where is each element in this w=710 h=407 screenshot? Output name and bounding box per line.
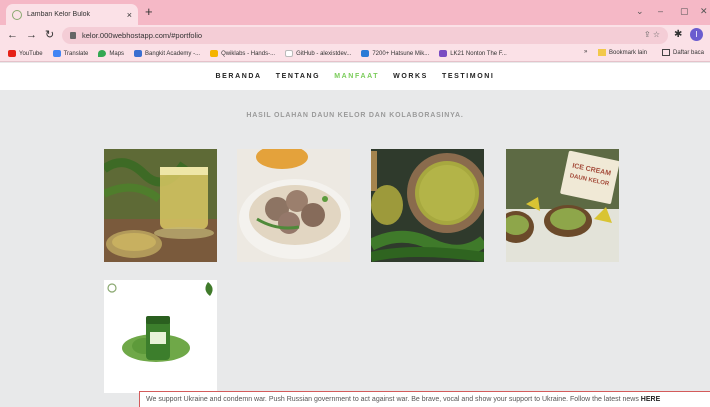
back-arrow-icon[interactable]: ←	[7, 28, 18, 42]
site-favicon-icon	[12, 9, 22, 20]
bookmark-lk21[interactable]: LK21 Nonton The F...	[439, 50, 507, 57]
bookmark-qwiklabs[interactable]: Qwiklabs - Hands-...	[210, 50, 275, 57]
bangkit-icon	[134, 50, 143, 57]
portfolio-item-moringa-powder[interactable]	[371, 149, 484, 262]
address-bar[interactable]: kelor.000webhostapp.com/#portfolio ⇪ ☆	[62, 27, 668, 44]
reading-list[interactable]: Daftar baca	[662, 49, 704, 56]
nav-beranda[interactable]: BERANDA	[216, 73, 262, 80]
nav-tentang[interactable]: TENTANG	[276, 73, 321, 80]
portfolio-item-moringa-capsules[interactable]	[104, 280, 217, 393]
bookmark-youtube[interactable]: YouTube	[8, 50, 43, 57]
site-navbar: BERANDA TENTANG MANFAAT WORKS TESTIMONI	[0, 63, 710, 90]
browser-tabstrip: Lamban Kelor Bulok × + ⌄ – ▢ ✕	[0, 0, 710, 25]
maximize-button[interactable]: ▢	[680, 6, 689, 17]
github-icon	[285, 50, 294, 57]
bookmark-translate[interactable]: Translate	[52, 50, 88, 57]
new-tab-button[interactable]: +	[145, 5, 153, 19]
reload-icon[interactable]: ↻	[45, 28, 54, 42]
extensions-puzzle-icon[interactable]: ✱	[674, 29, 682, 40]
nav-works[interactable]: WORKS	[393, 73, 428, 80]
youtube-icon	[8, 50, 16, 57]
reading-list-icon	[662, 49, 670, 56]
section-heading: HASIL OLAHAN DAUN KELOR DAN KOLABORASINY…	[246, 112, 464, 119]
tab-title: Lamban Kelor Bulok	[27, 11, 91, 18]
forward-arrow-icon[interactable]: →	[26, 28, 37, 42]
tab-search-icon[interactable]: ⌄	[636, 6, 644, 17]
folder-icon	[598, 49, 606, 56]
tab-close-icon[interactable]: ×	[127, 10, 132, 20]
url-text: kelor.000webhostapp.com/#portfolio	[82, 31, 203, 40]
maps-pin-icon	[98, 50, 107, 57]
portfolio-item-meatball-soup[interactable]	[237, 149, 350, 262]
bookmark-hatsune[interactable]: 7200+ Hatsune Mik...	[361, 50, 429, 57]
portfolio-item-moringa-ice-cream[interactable]: ICE CREAM DAUN KELOR	[506, 149, 619, 262]
hatsune-icon	[361, 50, 370, 57]
nav-testimoni[interactable]: TESTIMONI	[442, 73, 495, 80]
minimize-button[interactable]: –	[658, 6, 663, 16]
close-window-button[interactable]: ✕	[700, 6, 708, 17]
bookmark-bangkit[interactable]: Bangkit Academy -...	[134, 50, 200, 57]
portfolio-item-moringa-tea[interactable]	[104, 149, 217, 262]
bookmark-folder[interactable]: Bookmark lain	[598, 49, 647, 56]
bookmarks-overflow-chevron[interactable]: »	[584, 49, 587, 55]
bookmarks-bar: YouTube Translate Maps Bangkit Academy -…	[0, 46, 710, 62]
ukraine-banner-text: We support Ukraine and condemn war. Push…	[146, 396, 641, 403]
browser-tab[interactable]: Lamban Kelor Bulok ×	[6, 4, 138, 25]
lk21-icon	[439, 50, 448, 57]
browser-toolbar: ← → ↻ kelor.000webhostapp.com/#portfolio…	[0, 25, 710, 46]
lock-icon	[70, 32, 76, 39]
profile-avatar[interactable]: I	[690, 28, 703, 41]
nav-manfaat[interactable]: MANFAAT	[334, 73, 379, 80]
bookmark-github[interactable]: GitHub - alexistdev...	[285, 50, 351, 57]
share-star-icons[interactable]: ⇪ ☆	[644, 30, 660, 39]
qwiklabs-icon	[210, 50, 219, 57]
translate-icon	[52, 50, 61, 57]
bookmark-maps[interactable]: Maps	[98, 50, 124, 57]
ukraine-support-banner: We support Ukraine and condemn war. Push…	[139, 391, 710, 407]
ukraine-news-link[interactable]: HERE	[641, 396, 660, 403]
